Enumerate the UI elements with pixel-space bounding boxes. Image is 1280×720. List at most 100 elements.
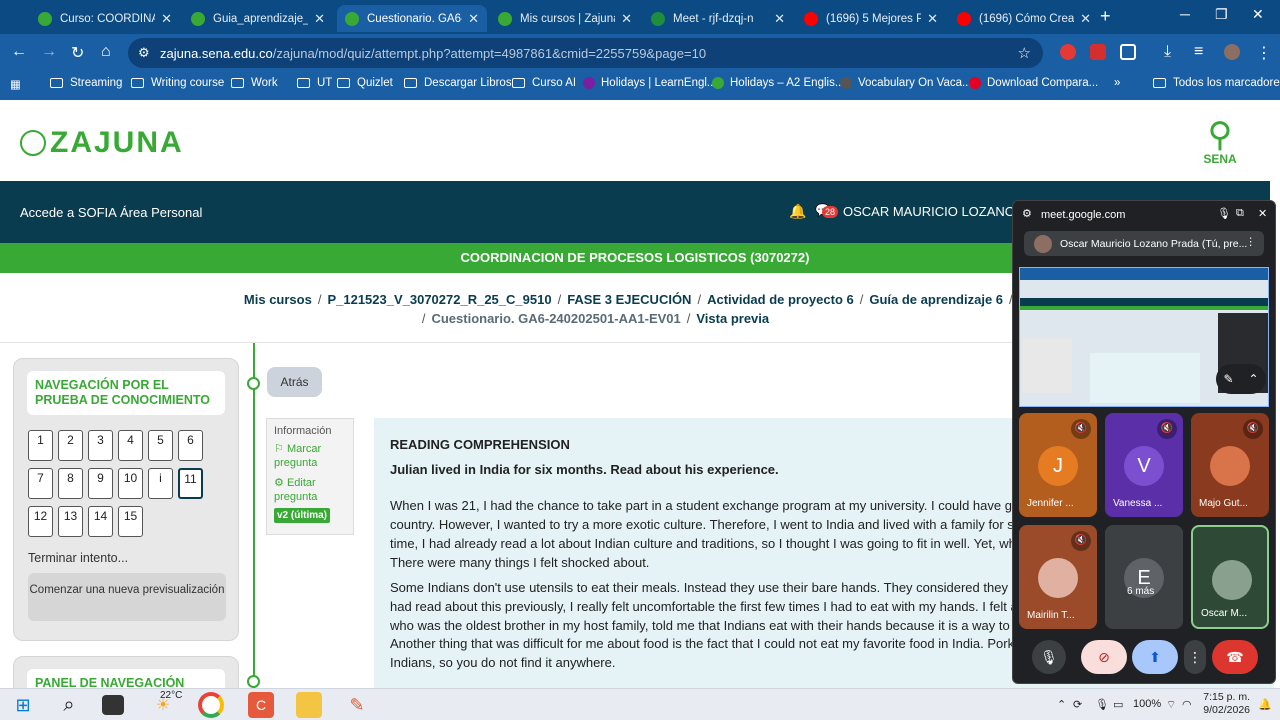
- bookmark-item[interactable]: Holidays – A2 Englis...: [712, 77, 844, 89]
- media-control-icon[interactable]: ≡: [1194, 43, 1203, 61]
- notification-bell-icon[interactable]: 🔔: [1258, 698, 1272, 711]
- app-orange-icon[interactable]: C: [248, 692, 274, 718]
- flag-question-link[interactable]: ⚐ Marcar pregunta: [274, 442, 346, 470]
- question-button[interactable]: 4: [118, 430, 143, 461]
- bookmark-item[interactable]: Todos los marcadores: [1153, 77, 1280, 89]
- question-button[interactable]: 14: [88, 506, 113, 537]
- participant-tile[interactable]: E6 más: [1105, 525, 1183, 629]
- zajuna-logo[interactable]: ZAJUNA: [20, 126, 184, 160]
- browser-tab[interactable]: Cuestionario. GA6-24 ✕: [337, 5, 487, 32]
- download-icon[interactable]: ⤓: [1164, 43, 1171, 61]
- bookmark-item[interactable]: Writing course: [131, 77, 224, 89]
- task-view-icon[interactable]: [102, 695, 124, 715]
- maximize-button[interactable]: ❐: [1215, 6, 1228, 23]
- site-controls-icon[interactable]: ⚙: [1022, 207, 1032, 220]
- app-red-icon[interactable]: ✎: [344, 692, 370, 718]
- question-button[interactable]: 3: [88, 430, 113, 461]
- question-button[interactable]: 6: [178, 430, 203, 461]
- bookmark-item[interactable]: Descargar Libros: [404, 77, 512, 89]
- extensions-puzzle-icon[interactable]: [1120, 44, 1136, 60]
- annotation-toolbar[interactable]: ✎ ⌃: [1216, 364, 1266, 394]
- new-tab-button[interactable]: +: [1100, 6, 1111, 27]
- bookmark-item[interactable]: Download Compara...: [969, 77, 1098, 89]
- close-tab-icon[interactable]: ✕: [621, 11, 632, 27]
- question-button[interactable]: 2: [58, 430, 83, 461]
- breadcrumb-link[interactable]: P_121523_V_3070272_R_25_C_9510: [327, 292, 551, 307]
- close-tab-icon[interactable]: ✕: [1080, 11, 1091, 27]
- mic-small-icon[interactable]: 🎙: [1217, 207, 1231, 220]
- close-tab-icon[interactable]: ✕: [314, 11, 325, 27]
- camera-off-button[interactable]: ⊘: [1081, 640, 1127, 674]
- edit-question-link[interactable]: ⚙ Editar pregunta: [274, 476, 346, 504]
- profile-avatar[interactable]: [1224, 44, 1240, 60]
- more-options-button[interactable]: ⋮: [1184, 640, 1206, 674]
- back-button[interactable]: Atrás: [267, 367, 322, 397]
- close-pip-icon[interactable]: ✕: [1258, 207, 1267, 220]
- question-button[interactable]: 10: [118, 468, 143, 499]
- bookmark-item[interactable]: Holidays | LearnEngl...: [583, 77, 717, 89]
- site-info-icon[interactable]: ⚙: [138, 45, 150, 61]
- bookmark-item[interactable]: Curso AI: [512, 77, 576, 89]
- finish-attempt-link[interactable]: Terminar intento...: [28, 551, 128, 565]
- bookmark-item[interactable]: Quizlet: [337, 77, 393, 89]
- breadcrumb-link[interactable]: Vista previa: [696, 311, 769, 326]
- nav-sofia-link[interactable]: Accede a SOFIA: [20, 205, 117, 220]
- new-preview-button[interactable]: Comenzar una nueva previsualización: [28, 573, 226, 621]
- question-button[interactable]: 9: [88, 468, 113, 499]
- question-button[interactable]: 12: [28, 506, 53, 537]
- address-bar[interactable]: ⚙ zajuna.sena.edu.co/zajuna/mod/quiz/att…: [128, 38, 1043, 68]
- close-tab-icon[interactable]: ✕: [927, 11, 938, 27]
- extension-media-icon[interactable]: [1090, 44, 1106, 60]
- participant-tile[interactable]: J 🔇 Jennifer ...: [1019, 413, 1097, 517]
- bell-icon[interactable]: 🔔: [789, 203, 806, 220]
- question-button[interactable]: 15: [118, 506, 143, 537]
- participant-tile[interactable]: Oscar M...: [1191, 525, 1269, 629]
- question-button[interactable]: i: [148, 468, 173, 499]
- present-button[interactable]: ⬆: [1132, 640, 1178, 674]
- minimize-button[interactable]: ─: [1180, 6, 1190, 22]
- question-button[interactable]: 13: [58, 506, 83, 537]
- battery-icon[interactable]: ▭: [1113, 698, 1123, 711]
- sync-icon[interactable]: ⟳: [1073, 698, 1082, 711]
- nav-personal-link[interactable]: Área Personal: [120, 205, 202, 220]
- close-window-button[interactable]: ✕: [1252, 6, 1264, 23]
- breadcrumb-link[interactable]: Cuestionario. GA6-240202501-AA1-EV01: [431, 311, 680, 326]
- chevron-up-icon[interactable]: ⌃: [1057, 698, 1066, 711]
- search-icon[interactable]: ⌕: [56, 692, 82, 718]
- browser-tab[interactable]: (1696) Cómo Crear U ✕: [949, 5, 1099, 32]
- back-to-tab-icon[interactable]: ⧉: [1236, 207, 1244, 220]
- browser-tab[interactable]: Mis cursos | Zajuna ✕: [490, 5, 640, 32]
- breadcrumb-link[interactable]: Guía de aprendizaje 6: [869, 292, 1003, 307]
- user-name[interactable]: OSCAR MAURICIO LOZANO PR: [843, 204, 1037, 219]
- question-button[interactable]: 8: [58, 468, 83, 499]
- bookmark-item[interactable]: UT: [297, 77, 332, 89]
- bookmarks-overflow-button[interactable]: »: [1114, 77, 1120, 89]
- back-icon[interactable]: ←: [11, 43, 27, 61]
- reload-icon[interactable]: ↻: [71, 43, 84, 63]
- chrome-icon[interactable]: [198, 692, 224, 718]
- start-windows-icon[interactable]: ⊞: [10, 692, 36, 718]
- question-button[interactable]: 11: [178, 468, 203, 499]
- participant-tile[interactable]: 🔇 Majo Gut...: [1191, 413, 1269, 517]
- more-options-icon[interactable]: ⋮: [1246, 236, 1257, 248]
- mic-button[interactable]: 🎙: [1032, 640, 1066, 674]
- question-button[interactable]: 5: [148, 430, 173, 461]
- pen-icon[interactable]: ✎: [1223, 372, 1233, 386]
- question-button[interactable]: 7: [28, 468, 53, 499]
- breadcrumb-link[interactable]: Mis cursos: [244, 292, 312, 307]
- self-participant-bar[interactable]: Oscar Mauricio Lozano Prada (Tú, pre... …: [1024, 231, 1264, 256]
- menu-kebab-icon[interactable]: ⋮: [1256, 43, 1272, 63]
- breadcrumb-link[interactable]: FASE 3 EJECUCIÓN: [567, 292, 691, 307]
- close-tab-icon[interactable]: ✕: [468, 11, 479, 27]
- network-icon[interactable]: ⌔: [1166, 698, 1176, 712]
- browser-tab[interactable]: Meet - rjf-dzqj-n ✕: [643, 5, 793, 32]
- bookmark-star-icon[interactable]: ☆: [1018, 44, 1031, 62]
- wifi-icon[interactable]: ◠: [1182, 698, 1192, 711]
- browser-tab[interactable]: Guia_aprendizaje_6.p ✕: [183, 5, 333, 32]
- extension-red-icon[interactable]: [1060, 44, 1076, 60]
- forward-icon[interactable]: →: [41, 43, 57, 61]
- browser-tab[interactable]: Curso: COORDINACI ✕: [30, 5, 180, 32]
- clock[interactable]: 7:15 p. m. 9/02/2026: [1200, 691, 1250, 717]
- bookmark-item[interactable]: Streaming: [50, 77, 122, 89]
- participant-tile[interactable]: V 🔇 Vanessa ...: [1105, 413, 1183, 517]
